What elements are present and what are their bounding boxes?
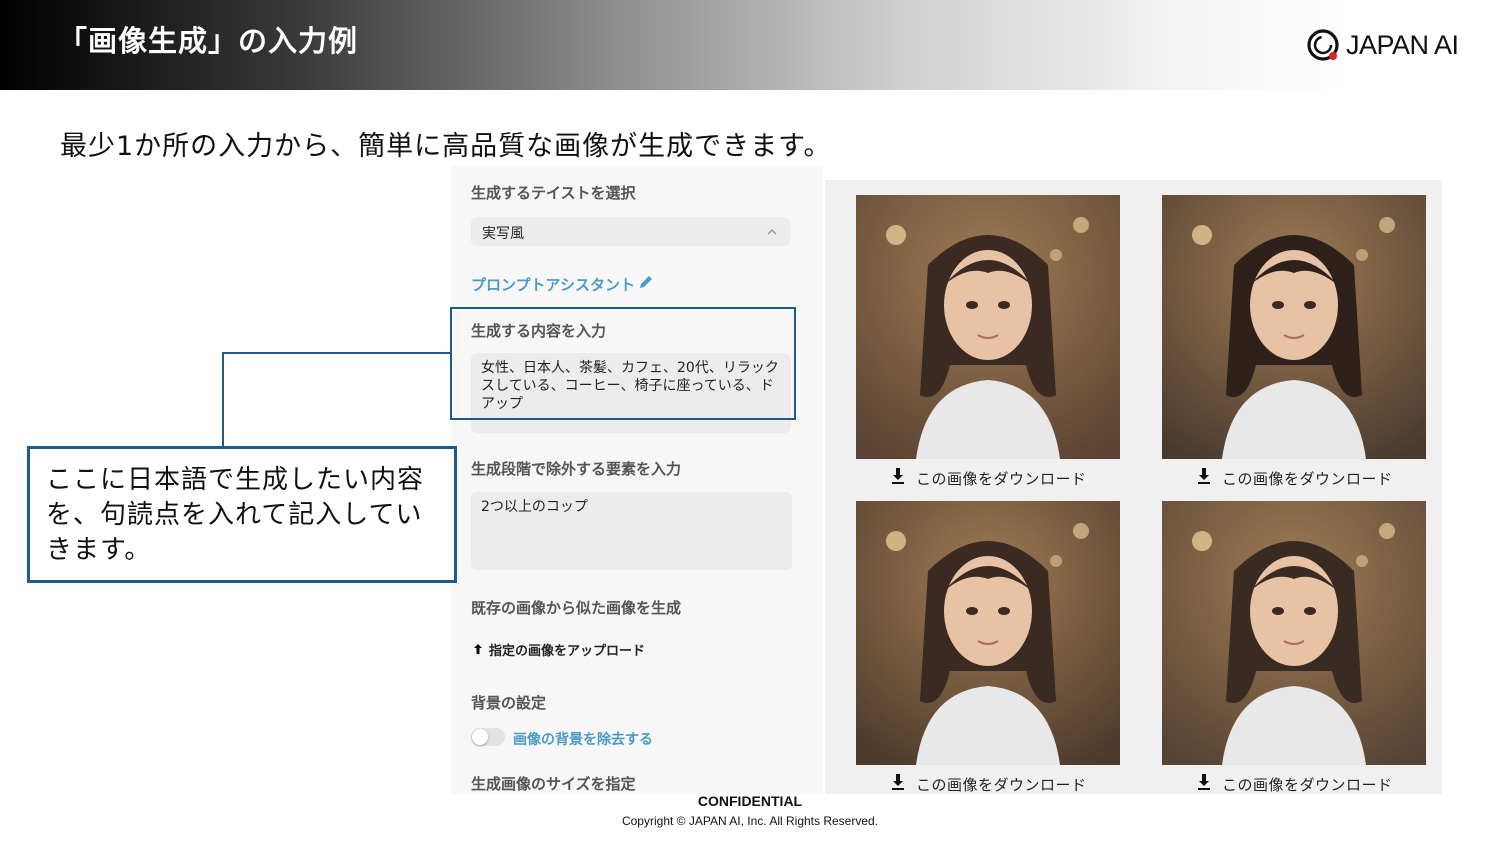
download-icon — [1196, 467, 1212, 489]
toggle-knob — [472, 729, 488, 745]
logo-text: JAPAN AI — [1346, 29, 1459, 60]
callout-connector — [223, 352, 450, 354]
prompt-assistant-label: プロンプトアシスタント — [471, 275, 635, 294]
download-image-button[interactable]: この画像をダウンロード — [890, 773, 1087, 795]
confidential-label: CONFIDENTIAL — [697, 793, 803, 809]
chevron-up-icon — [766, 223, 778, 242]
size-label: 生成画像のサイズを指定 — [471, 775, 636, 793]
download-image-button[interactable]: この画像をダウンロード — [1196, 773, 1393, 795]
exclude-textarea[interactable]: 2つ以上のコップ — [471, 492, 792, 570]
download-icon — [890, 467, 906, 489]
taste-select[interactable]: 実写風 — [471, 217, 790, 246]
remove-background-label[interactable]: 画像の背景を除去する — [513, 729, 653, 749]
slide-title: 「画像生成」の入力例 — [58, 24, 359, 58]
generated-image-2 — [1162, 195, 1426, 459]
generated-image-3 — [856, 501, 1120, 765]
download-image-label: この画像をダウンロード — [916, 775, 1087, 794]
content-highlight-box — [450, 307, 796, 420]
callout-box: ここに日本語で生成したい内容を、句読点を入れて記入していきます。 — [27, 446, 457, 583]
exclude-label: 生成段階で除外する要素を入力 — [471, 460, 682, 478]
generated-image-1 — [856, 195, 1120, 459]
taste-select-value: 実写風 — [482, 226, 524, 242]
logo-mark-icon — [1306, 28, 1340, 62]
callout-text: ここに日本語で生成したい内容を、句読点を入れて記入していきます。 — [46, 465, 425, 565]
download-image-label: この画像をダウンロード — [1222, 469, 1393, 488]
upload-image-button[interactable]: 指定の画像をアップロード — [473, 640, 645, 659]
upload-arrow-icon — [473, 640, 483, 659]
prompt-assistant-link[interactable]: プロンプトアシスタント — [471, 273, 655, 295]
download-image-label: この画像をダウンロード — [916, 469, 1087, 488]
download-image-button[interactable]: この画像をダウンロード — [1196, 467, 1393, 489]
pencil-icon — [637, 273, 655, 295]
download-image-button[interactable]: この画像をダウンロード — [890, 467, 1087, 489]
taste-label: 生成するテイストを選択 — [471, 184, 636, 202]
callout-connector-vertical — [222, 352, 224, 447]
background-label: 背景の設定 — [471, 694, 547, 712]
remove-background-toggle[interactable] — [471, 728, 505, 746]
japan-ai-logo: JAPAN AI — [1306, 26, 1459, 64]
copyright-text: Copyright © JAPAN AI, Inc. All Rights Re… — [621, 814, 879, 828]
download-icon — [1196, 773, 1212, 795]
download-image-label: この画像をダウンロード — [1222, 775, 1393, 794]
slide-header: 「画像生成」の入力例 — [0, 0, 1500, 90]
slide-subtitle: 最少1か所の入力から、簡単に高品質な画像が生成できます。 — [60, 131, 832, 162]
download-icon — [890, 773, 906, 795]
upload-image-label: 指定の画像をアップロード — [489, 644, 646, 659]
generated-image-4 — [1162, 501, 1426, 765]
similar-image-label: 既存の画像から似た画像を生成 — [471, 599, 682, 617]
